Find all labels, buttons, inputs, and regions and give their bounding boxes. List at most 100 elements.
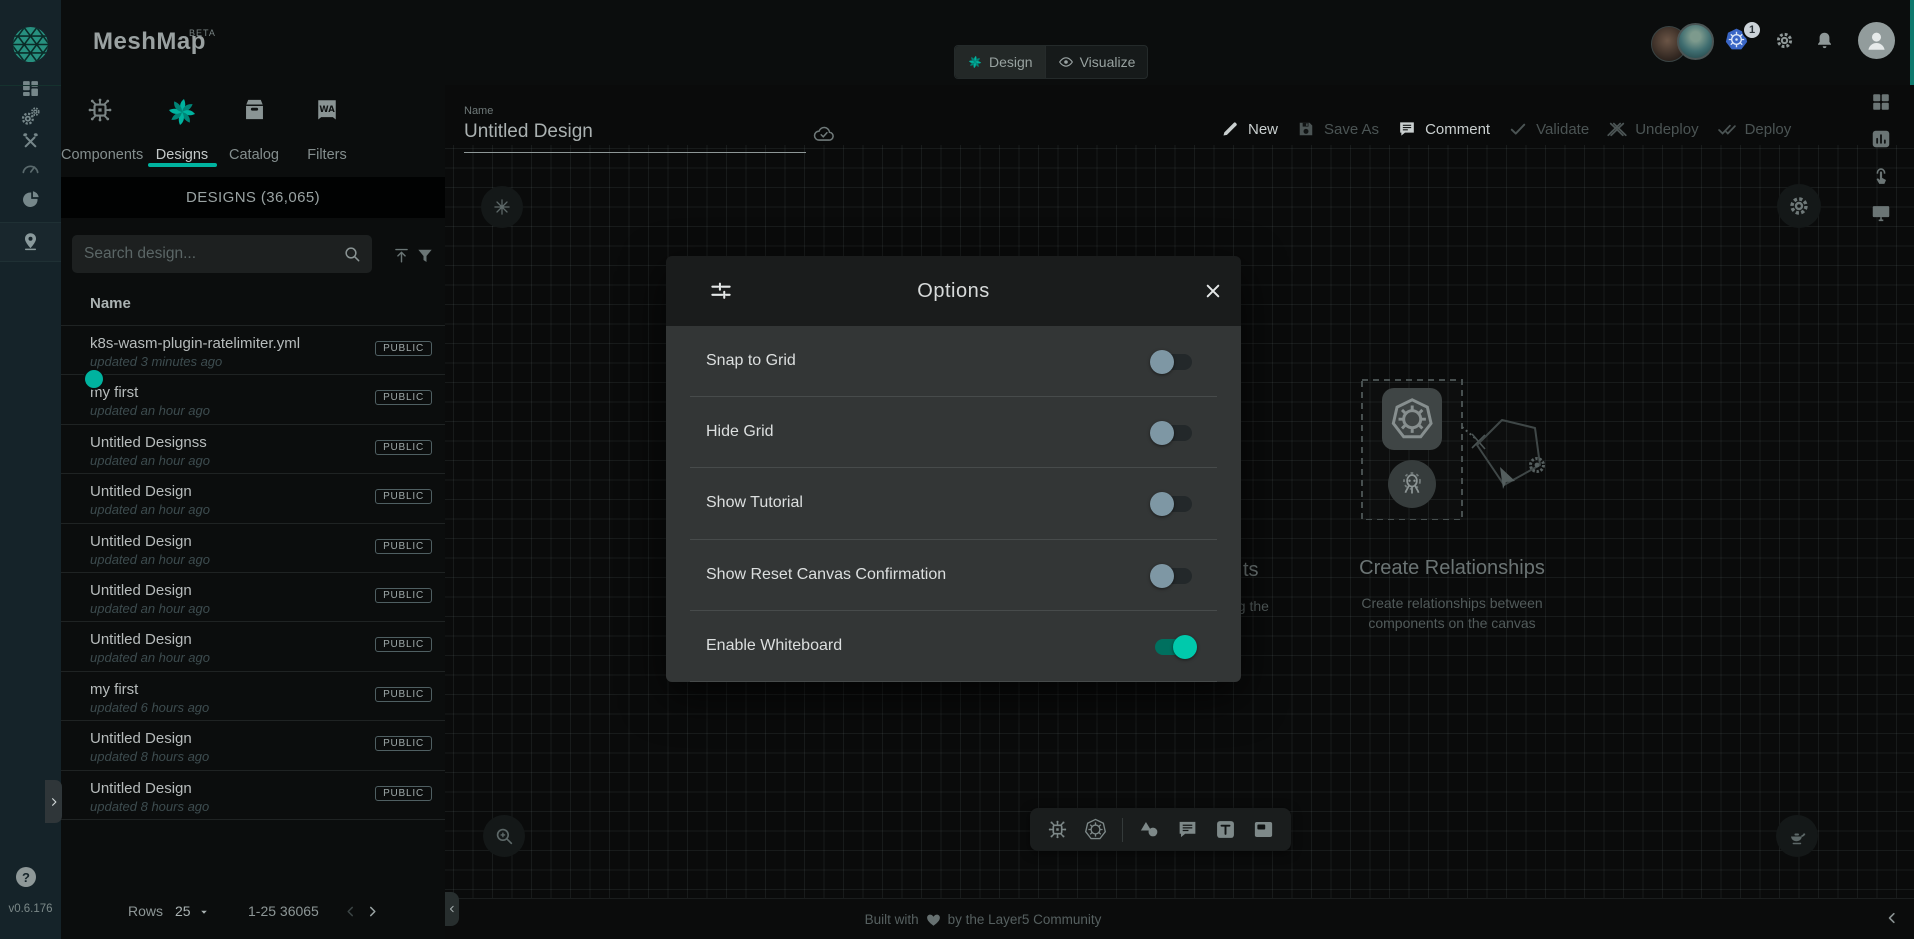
notifications-bell-icon[interactable] — [1814, 30, 1835, 51]
user-avatar[interactable] — [1858, 22, 1895, 59]
close-icon[interactable] — [1202, 280, 1224, 302]
save-icon — [1296, 119, 1316, 139]
rows-per-page-select[interactable]: 25 — [175, 903, 191, 919]
options-modal: Options Snap to GridHide GridShow Tutori… — [666, 256, 1241, 682]
filters-icon: WA — [313, 95, 341, 123]
assistant-lamp-button[interactable] — [1776, 815, 1818, 857]
footer-collapse-handle[interactable] — [445, 892, 459, 926]
svg-text:WA: WA — [319, 104, 335, 114]
layer5-logo-icon[interactable] — [9, 23, 52, 66]
show-tutorial-toggle[interactable] — [1155, 496, 1192, 512]
settings-gear-icon[interactable] — [1774, 30, 1795, 51]
toggle-knob — [1173, 635, 1197, 659]
panels-grid-icon[interactable] — [1870, 91, 1892, 113]
visualize-mode-label: Visualize — [1080, 54, 1136, 70]
component-tool-icon[interactable] — [1046, 818, 1069, 841]
gear-icon — [1787, 194, 1811, 218]
action-label: New — [1248, 121, 1278, 138]
option-divider — [690, 681, 1217, 682]
search-icon[interactable] — [342, 244, 362, 264]
design-list-item[interactable]: Untitled Designupdated an hour agoPUBLIC — [61, 573, 445, 622]
toggle-knob — [1150, 421, 1174, 445]
option-label: Show Tutorial — [706, 494, 803, 512]
canvas-settings-button[interactable] — [1777, 184, 1821, 228]
design-list-item[interactable]: Untitled Designupdated 8 hours agoPUBLIC — [61, 721, 445, 770]
undeploy-button[interactable]: Undeploy — [1607, 119, 1698, 139]
tab-filters-label: Filters — [288, 147, 366, 163]
meshmap-pin-icon[interactable] — [20, 231, 41, 252]
right-edge-accent — [1910, 0, 1914, 85]
image-tool-icon[interactable] — [1252, 818, 1275, 841]
design-author-avatar[interactable] — [83, 368, 105, 390]
shapes-tool-icon[interactable] — [1138, 818, 1161, 841]
performance-speedometer-icon[interactable] — [20, 158, 41, 179]
tab-visualize[interactable]: Visualize — [1045, 46, 1148, 78]
show-reset-canvas-confirmation-toggle[interactable] — [1155, 568, 1192, 584]
hide-grid-toggle[interactable] — [1155, 425, 1192, 441]
design-updated: updated an hour ago — [90, 453, 210, 468]
design-name: Untitled Design — [90, 533, 192, 550]
text-tool-icon[interactable] — [1214, 818, 1237, 841]
create-relationships-graphic — [1352, 370, 1552, 520]
canvas-pattern-button[interactable] — [481, 186, 523, 228]
validate-button[interactable]: Validate — [1508, 119, 1589, 139]
import-design-icon[interactable] — [392, 246, 411, 265]
filter-icon[interactable] — [415, 246, 435, 266]
next-page-icon[interactable] — [365, 904, 380, 919]
design-list-item[interactable]: my firstupdated an hour agoPUBLIC — [61, 375, 445, 424]
design-list-item[interactable]: Untitled Designupdated an hour agoPUBLIC — [61, 474, 445, 523]
occluded-card-title-fragment: ts — [1243, 559, 1259, 582]
footer-bar: Built with by the Layer5 Community — [445, 898, 1914, 939]
lifecycle-gears-icon[interactable] — [20, 106, 41, 127]
design-list-item[interactable]: Untitled Designupdated 8 hours agoPUBLIC — [61, 771, 445, 820]
tab-catalog[interactable]: Catalog — [215, 85, 293, 177]
collaborator-avatar-2[interactable] — [1677, 23, 1714, 60]
help-button[interactable]: ? — [16, 867, 36, 887]
snap-to-grid-toggle[interactable] — [1155, 354, 1192, 370]
design-list-item[interactable]: Untitled Designupdated an hour agoPUBLIC — [61, 622, 445, 671]
save-as-button[interactable]: Save As — [1296, 119, 1379, 139]
prev-page-icon[interactable] — [343, 904, 358, 919]
chevron-down-icon[interactable] — [197, 905, 211, 919]
chevron-left-icon — [447, 904, 457, 914]
design-list-item[interactable]: Untitled Designssupdated an hour agoPUBL… — [61, 425, 445, 474]
kubernetes-tool-icon[interactable] — [1084, 818, 1107, 841]
dashboard-icon[interactable] — [20, 78, 41, 99]
options-modal-header[interactable]: Options — [666, 256, 1241, 326]
new-button[interactable]: New — [1220, 119, 1278, 139]
charts-icon[interactable] — [1870, 128, 1892, 150]
display-monitor-icon[interactable] — [1870, 202, 1892, 224]
touch-interaction-icon[interactable] — [1870, 165, 1892, 187]
action-label: Comment — [1425, 121, 1490, 138]
collapse-right-icon[interactable] — [1884, 910, 1900, 926]
panel-collapse-handle[interactable] — [45, 780, 62, 823]
action-label: Validate — [1536, 121, 1589, 138]
tab-components[interactable]: Components — [61, 85, 139, 177]
tab-design[interactable]: Design — [955, 46, 1045, 78]
saved-cloud-icon — [811, 121, 837, 147]
option-label: Snap to Grid — [706, 352, 796, 370]
design-list-item[interactable]: my firstupdated 6 hours agoPUBLIC — [61, 672, 445, 721]
option-label: Show Reset Canvas Confirmation — [706, 566, 946, 584]
design-list-item[interactable]: Untitled Designupdated an hour agoPUBLIC — [61, 524, 445, 573]
section-title: DESIGNS (36,065) — [61, 177, 445, 218]
comment-button[interactable]: Comment — [1397, 119, 1490, 139]
options-modal-title: Options — [666, 280, 1241, 303]
visibility-badge: PUBLIC — [375, 736, 432, 751]
search-input[interactable] — [72, 235, 346, 273]
design-updated: updated 8 hours ago — [90, 749, 209, 764]
dock-divider — [1122, 818, 1123, 842]
configuration-tools-icon[interactable] — [20, 131, 41, 152]
extensions-donut-icon[interactable] — [20, 189, 41, 210]
zoom-button[interactable] — [483, 815, 525, 857]
onboarding-subtitle: Create relationships between components … — [1312, 593, 1592, 633]
design-list-item[interactable]: k8s-wasm-plugin-ratelimiter.ymlupdated 3… — [61, 326, 445, 375]
comment-tool-icon[interactable] — [1176, 818, 1199, 841]
option-row: Snap to Grid — [666, 326, 1241, 397]
deploy-button[interactable]: Deploy — [1717, 119, 1792, 139]
tab-filters[interactable]: WA Filters — [288, 85, 366, 177]
enable-whiteboard-toggle[interactable] — [1155, 639, 1192, 655]
design-name-input[interactable]: Untitled Design — [464, 121, 593, 143]
undeploy-icon — [1607, 119, 1627, 139]
column-header-name[interactable]: Name — [90, 295, 131, 312]
